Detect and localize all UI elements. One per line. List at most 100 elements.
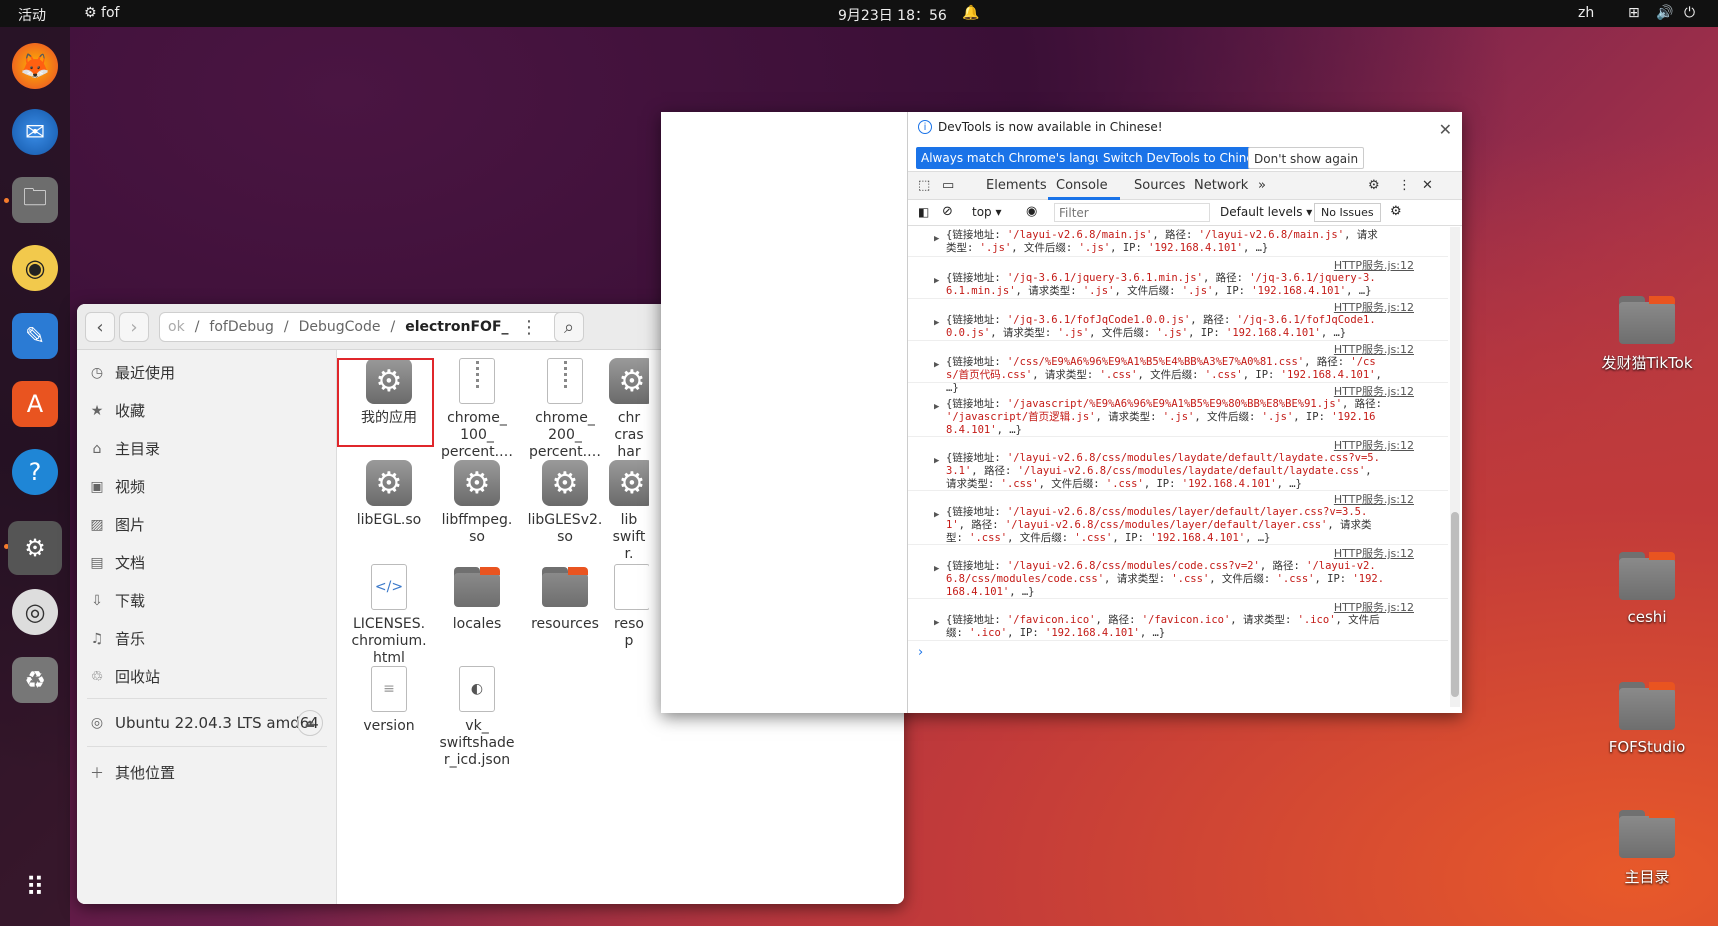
file-item[interactable]: ⚙ libEGL.so — [345, 460, 433, 529]
disc-icon[interactable]: ◎ — [12, 589, 58, 635]
file-item[interactable]: chrome_ 100_ percent.… — [433, 358, 521, 461]
network-icon[interactable]: ⊞ — [1628, 5, 1640, 21]
console-log-entry[interactable]: HTTP服务.js:12 ▶ {链接地址: '/layui-v2.6.8/css/m… — [908, 437, 1448, 491]
scrollbar-thumb[interactable] — [1451, 512, 1459, 697]
console-log-entry[interactable]: ▶ {链接地址: '/layui-v2.6.8/main.js', 路径: '/l… — [908, 227, 1448, 257]
console-log-entry[interactable]: HTTP服务.js:12 ▶ {链接地址: '/layui-v2.6.8/css/m… — [908, 545, 1448, 599]
more-options-icon[interactable]: ⋮ — [514, 312, 544, 342]
dont-show-button[interactable]: Don't show again — [1248, 147, 1365, 169]
file-item[interactable]: ⚙ libGLESv2. so — [521, 460, 609, 546]
desktop-folder[interactable]: 发财猫TikTok — [1587, 296, 1707, 373]
sidebar-item-pictures[interactable]: ▨ 图片 — [89, 514, 145, 535]
eject-icon[interactable]: ⏏ — [297, 710, 323, 736]
sidebar-item-trash[interactable]: ♲ 回收站 — [89, 666, 160, 687]
file-item[interactable]: </> LICENSES. chromium. html — [345, 564, 433, 667]
power-icon[interactable]: ⏻ — [1684, 5, 1695, 21]
console-log-entry[interactable]: HTTP服务.js:12 ▶ {链接地址: '/css/%E9%A6%96%E9%A… — [908, 341, 1448, 394]
volume-icon[interactable]: 🔊 — [1656, 5, 1673, 21]
expand-triangle-icon[interactable]: ▶ — [934, 617, 939, 630]
clear-console-icon[interactable]: ⊘ — [942, 204, 953, 219]
app-grid-icon[interactable]: ⠿ — [12, 865, 58, 911]
inspect-icon[interactable]: ⬚ — [918, 178, 930, 193]
filter-input[interactable] — [1054, 203, 1210, 222]
expand-triangle-icon[interactable]: ▶ — [934, 563, 939, 576]
input-language[interactable]: zh — [1578, 5, 1594, 21]
activities-button[interactable]: 活动 — [18, 5, 46, 25]
back-button[interactable]: ‹ — [85, 312, 115, 342]
settings-icon[interactable]: ⚙ — [1368, 178, 1380, 193]
tab-sources[interactable]: Sources — [1134, 178, 1185, 193]
switch-chinese-button[interactable]: Switch DevTools to Chinese — [1098, 147, 1273, 169]
sidebar-toggle-icon[interactable]: ◧ — [918, 205, 929, 219]
file-item[interactable]: locales — [433, 564, 521, 633]
more-options-icon[interactable]: ⋮ — [1398, 178, 1411, 193]
console-log-entry[interactable]: HTTP服务.js:12 ▶ {链接地址: '/jq-3.6.1/jquery-3.… — [908, 257, 1448, 299]
console-log-entry[interactable]: HTTP服务.js:12 ▶ {链接地址: '/jq-3.6.1/fofJqCode… — [908, 299, 1448, 341]
sidebar-item-volume[interactable]: ◎ Ubuntu 22.04.3 LTS amd64 — [89, 714, 319, 732]
close-devtools-icon[interactable]: ✕ — [1422, 178, 1433, 193]
log-source-link[interactable]: HTTP服务.js:12 — [1334, 439, 1414, 452]
tab-elements[interactable]: Elements — [986, 178, 1047, 193]
levels-dropdown[interactable]: Default levels ▾ — [1220, 205, 1312, 219]
rhythmbox-icon[interactable]: ◉ — [12, 245, 58, 291]
files-icon[interactable]: 🗀 — [12, 177, 58, 223]
app-menu[interactable]: ⚙ fof — [84, 5, 119, 21]
console-settings-icon[interactable]: ⚙ — [1390, 204, 1402, 219]
sidebar-item-starred[interactable]: ★ 收藏 — [89, 400, 145, 421]
log-source-link[interactable]: HTTP服务.js:12 — [1334, 547, 1414, 560]
file-item[interactable]: ≡ version — [345, 666, 433, 735]
log-source-link[interactable]: HTTP服务.js:12 — [1334, 343, 1414, 356]
log-source-link[interactable]: HTTP服务.js:12 — [1334, 301, 1414, 314]
console-log-entry[interactable]: HTTP服务.js:12 ▶ {链接地址: '/javascript/%E9%A6%… — [908, 383, 1448, 437]
file-item[interactable]: reso p — [609, 564, 649, 650]
help-icon[interactable]: ? — [12, 449, 58, 495]
console-log-entry[interactable]: HTTP服务.js:12 ▶ {链接地址: '/favicon.ico', 路径: … — [908, 599, 1448, 641]
file-item[interactable]: ⚙ libffmpeg. so — [433, 460, 521, 546]
sidebar-item-other-locations[interactable]: ＋ 其他位置 — [89, 762, 175, 783]
console-prompt[interactable]: › — [918, 645, 923, 660]
expand-triangle-icon[interactable]: ▶ — [934, 401, 939, 414]
file-item[interactable]: ◐ vk_ swiftshade r_icd.json — [433, 666, 521, 769]
context-selector[interactable]: top ▾ — [972, 205, 1002, 219]
file-item[interactable]: resources — [521, 564, 609, 633]
path-segment-current[interactable]: electronFOF_ — [405, 319, 508, 335]
firefox-icon[interactable]: 🦊 — [12, 43, 58, 89]
settings-icon[interactable]: ⚙ — [8, 521, 62, 575]
log-source-link[interactable]: HTTP服务.js:12 — [1334, 385, 1414, 398]
desktop-home-folder[interactable]: 主目录 — [1587, 810, 1707, 887]
log-source-link[interactable]: HTTP服务.js:12 — [1334, 259, 1414, 272]
more-tabs-icon[interactable]: » — [1258, 178, 1266, 193]
path-segment[interactable]: ok — [168, 319, 185, 335]
expand-triangle-icon[interactable]: ▶ — [934, 455, 939, 468]
device-toolbar-icon[interactable]: ▭ — [942, 178, 954, 193]
clock[interactable]: 9月23日 18：56 — [838, 5, 947, 25]
sidebar-item-music[interactable]: ♫ 音乐 — [89, 628, 145, 649]
file-item[interactable]: chrome_ 200_ percent.… — [521, 358, 609, 461]
close-notice-icon[interactable]: ✕ — [1439, 120, 1452, 139]
desktop-folder[interactable]: ceshi — [1587, 552, 1707, 626]
expand-triangle-icon[interactable]: ▶ — [934, 233, 939, 246]
eye-icon[interactable]: ◉ — [1026, 204, 1037, 219]
desktop-folder[interactable]: FOFStudio — [1587, 682, 1707, 756]
expand-triangle-icon[interactable]: ▶ — [934, 359, 939, 372]
writer-icon[interactable]: ✎ — [12, 313, 58, 359]
sidebar-item-home[interactable]: ⌂ 主目录 — [89, 438, 160, 459]
sidebar-item-videos[interactable]: ▣ 视频 — [89, 476, 145, 497]
tab-console[interactable]: Console — [1056, 178, 1108, 193]
trash-icon[interactable]: ♻ — [12, 657, 58, 703]
sidebar-item-documents[interactable]: ▤ 文档 — [89, 552, 145, 573]
sidebar-item-recent[interactable]: ◷ 最近使用 — [89, 362, 175, 383]
forward-button[interactable]: › — [119, 312, 149, 342]
app-center-icon[interactable]: A — [12, 381, 58, 427]
expand-triangle-icon[interactable]: ▶ — [934, 317, 939, 330]
tab-network[interactable]: Network — [1194, 178, 1248, 193]
expand-triangle-icon[interactable]: ▶ — [934, 509, 939, 522]
file-item[interactable]: ⚙ lib swift r. — [609, 460, 649, 563]
path-segment[interactable]: DebugCode — [299, 319, 381, 335]
console-log-entry[interactable]: HTTP服务.js:12 ▶ {链接地址: '/layui-v2.6.8/css/m… — [908, 491, 1448, 545]
expand-triangle-icon[interactable]: ▶ — [934, 275, 939, 288]
issues-button[interactable]: No Issues — [1314, 203, 1381, 222]
path-segment[interactable]: fofDebug — [209, 319, 273, 335]
thunderbird-icon[interactable]: ✉ — [12, 109, 58, 155]
log-source-link[interactable]: HTTP服务.js:12 — [1334, 493, 1414, 506]
